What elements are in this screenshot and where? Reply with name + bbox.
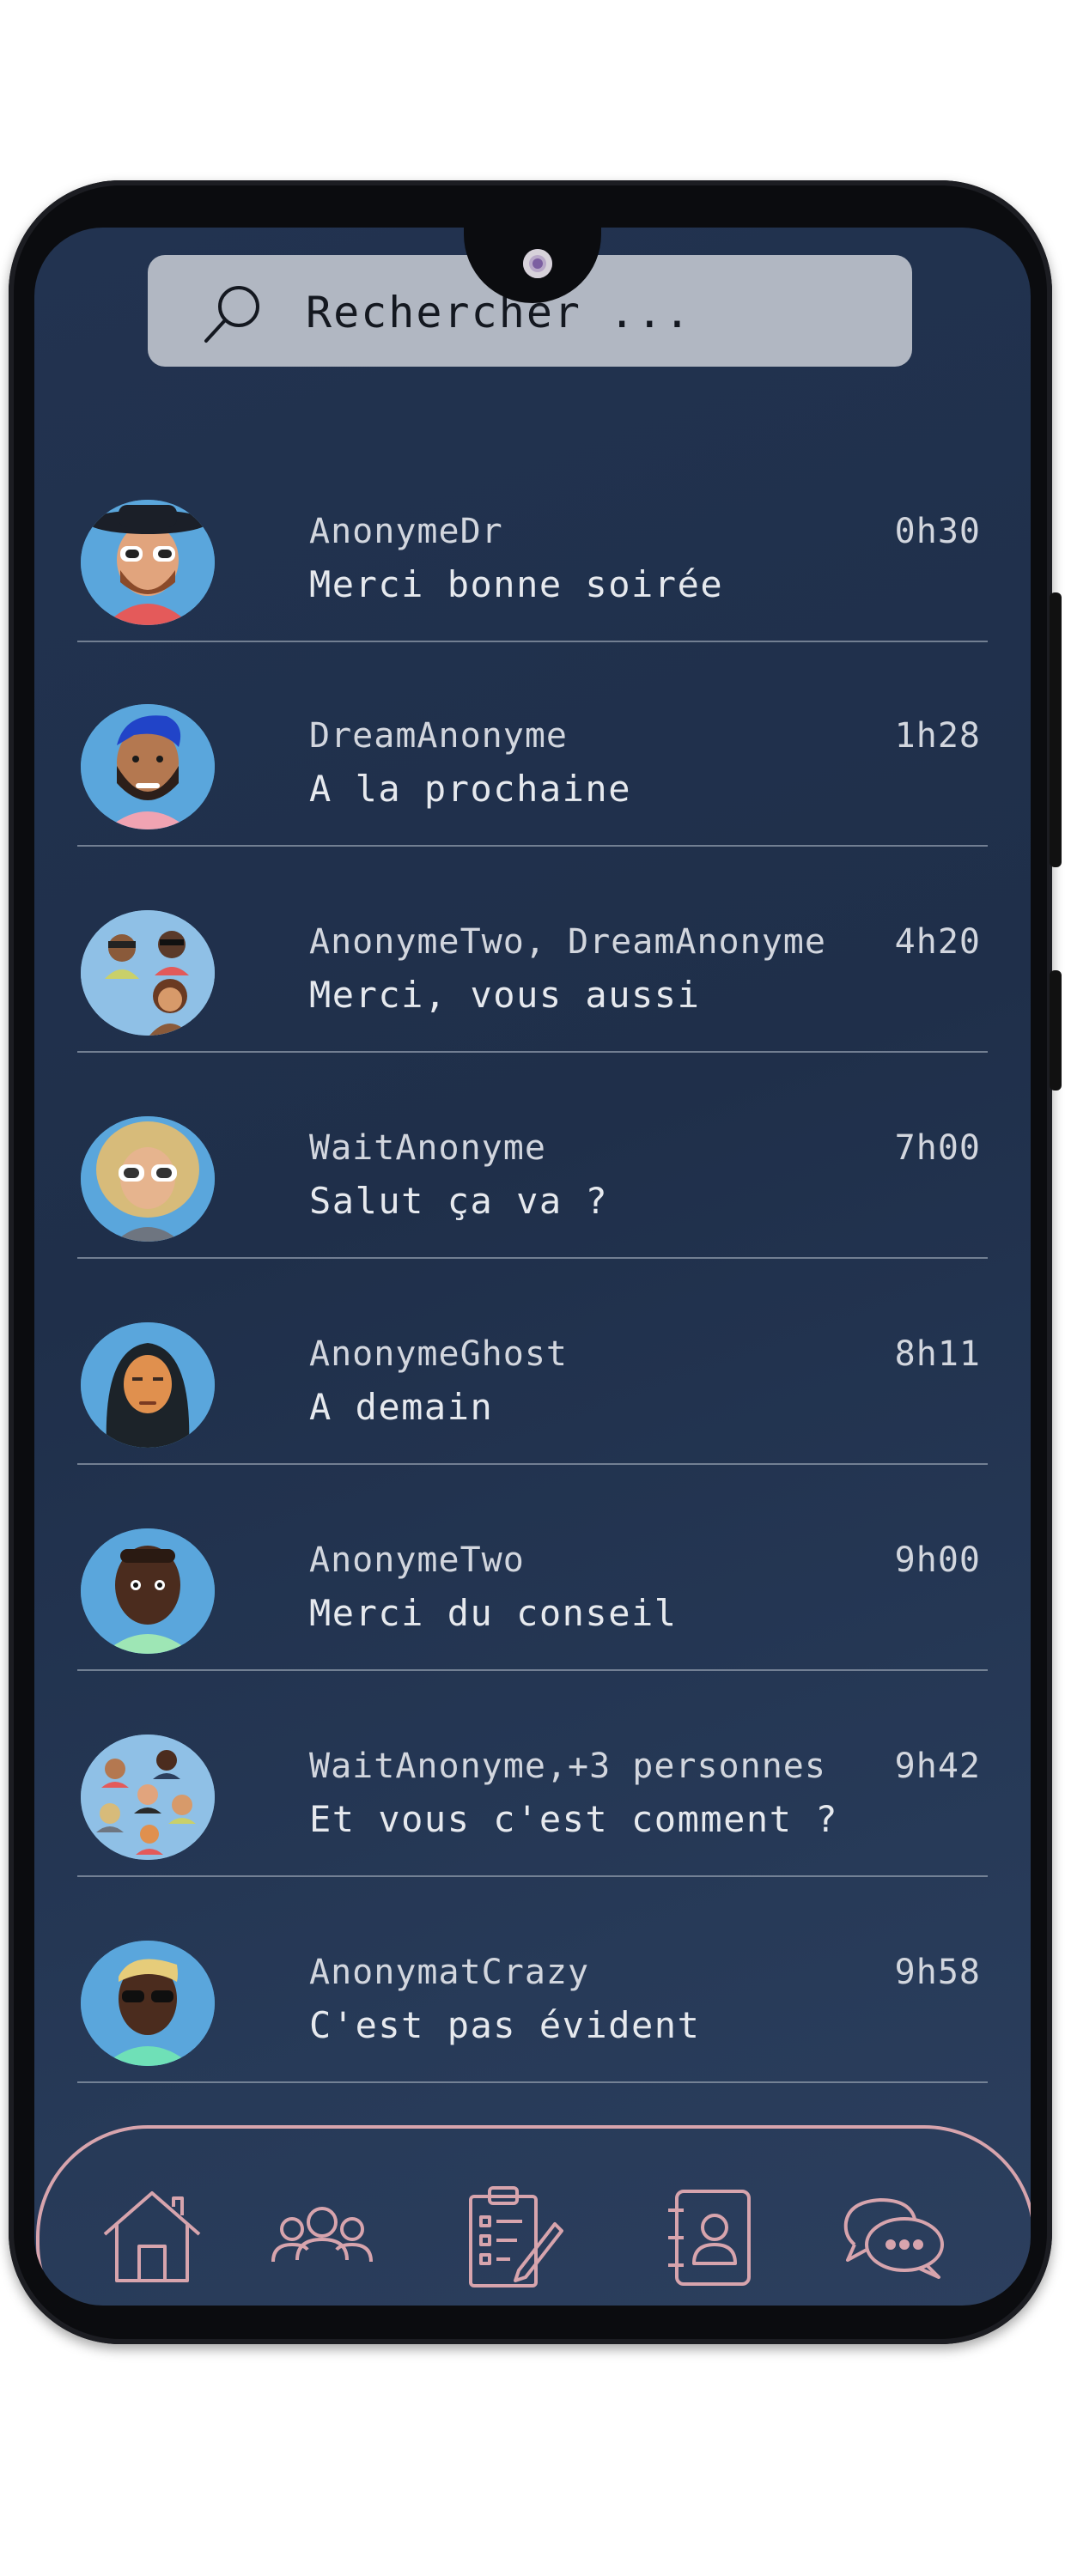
home-icon <box>103 2191 201 2282</box>
divider <box>77 2081 988 2083</box>
divider <box>77 1051 988 1053</box>
message-time: 9h00 <box>894 1540 981 1580</box>
search-input[interactable]: Rechercher ... <box>306 288 691 337</box>
avatar <box>81 1116 215 1242</box>
last-message: Merci bonne soirée <box>309 563 724 605</box>
divider <box>77 1257 988 1259</box>
avatar <box>81 1528 215 1654</box>
search-icon <box>204 286 259 343</box>
last-message: A demain <box>309 1386 494 1428</box>
conversation-item[interactable]: AnonymeTwo, DreamAnonyme Merci, vous aus… <box>77 848 988 1053</box>
nav-groups[interactable] <box>266 2181 378 2293</box>
last-message: Salut ça va ? <box>309 1180 609 1222</box>
avatar <box>81 1735 215 1860</box>
avatar <box>81 704 215 829</box>
contact-name: AnonymeGhost <box>309 1334 568 1374</box>
nav-tasks[interactable] <box>455 2181 567 2293</box>
man-blue-hair-beard-icon <box>81 704 215 829</box>
phone-screen: Rechercher ... AnonymeDr Merci bonne soi… <box>34 228 1031 2306</box>
last-message: A la prochaine <box>309 768 632 810</box>
contact-name: WaitAnonyme,+3 personnes <box>309 1747 826 1786</box>
divider <box>77 1875 988 1877</box>
conversation-item[interactable]: WaitAnonyme,+3 personnes Et vous c'est c… <box>77 1673 988 1877</box>
nav-contacts[interactable] <box>653 2181 764 2293</box>
last-message: C'est pas évident <box>309 2004 701 2046</box>
woman-hijab-icon <box>81 1322 215 1448</box>
man-blonde-sunglasses-icon <box>81 1941 215 2066</box>
last-message: Merci du conseil <box>309 1592 678 1634</box>
message-time: 0h30 <box>894 512 981 551</box>
nav-home[interactable] <box>96 2181 208 2293</box>
message-time: 7h00 <box>894 1128 981 1168</box>
divider <box>77 845 988 847</box>
contact-name: AnonymatCrazy <box>309 1953 590 1992</box>
contact-name: AnonymeTwo <box>309 1540 525 1580</box>
conversation-item[interactable]: AnonymeDr Merci bonne soirée 0h30 <box>77 438 988 642</box>
avatar <box>81 1941 215 2066</box>
clipboard-edit-icon <box>469 2186 563 2287</box>
avatar <box>81 1322 215 1448</box>
front-camera <box>523 249 552 278</box>
group-three-icon <box>81 910 215 1036</box>
message-time: 1h28 <box>894 716 981 756</box>
contact-book-icon <box>668 2190 751 2286</box>
avatar <box>81 500 215 625</box>
message-time: 9h42 <box>894 1747 981 1786</box>
people-icon <box>271 2207 373 2263</box>
last-message: Merci, vous aussi <box>309 974 701 1016</box>
conversation-item[interactable]: DreamAnonyme A la prochaine 1h28 <box>77 642 988 847</box>
avatar <box>81 910 215 1036</box>
chat-bubbles-icon <box>843 2198 944 2279</box>
volume-button <box>1050 592 1062 867</box>
contact-name: DreamAnonyme <box>309 716 568 756</box>
group-five-icon <box>81 1735 215 1860</box>
contact-name: AnonymeDr <box>309 512 503 551</box>
divider <box>77 1463 988 1465</box>
conversation-item[interactable]: AnonymeTwo Merci du conseil 9h00 <box>77 1467 988 1671</box>
nav-messages[interactable] <box>837 2181 949 2293</box>
man-dark-skin-icon <box>81 1528 215 1654</box>
divider <box>77 1669 988 1671</box>
message-time: 4h20 <box>894 922 981 962</box>
message-time: 8h11 <box>894 1334 981 1374</box>
message-time: 9h58 <box>894 1953 981 1992</box>
power-button <box>1050 970 1062 1091</box>
conversation-item[interactable]: WaitAnonyme Salut ça va ? 7h00 <box>77 1054 988 1259</box>
contact-name: WaitAnonyme <box>309 1128 546 1168</box>
man-sunglasses-hat-icon <box>81 500 215 625</box>
conversation-item[interactable]: AnonymatCrazy C'est pas évident 9h58 <box>77 1879 988 2083</box>
contact-name: AnonymeTwo, DreamAnonyme <box>309 922 826 962</box>
last-message: Et vous c'est comment ? <box>309 1798 839 1840</box>
woman-blonde-sunglasses-icon <box>81 1116 215 1242</box>
conversation-item[interactable]: AnonymeGhost A demain 8h11 <box>77 1261 988 1465</box>
